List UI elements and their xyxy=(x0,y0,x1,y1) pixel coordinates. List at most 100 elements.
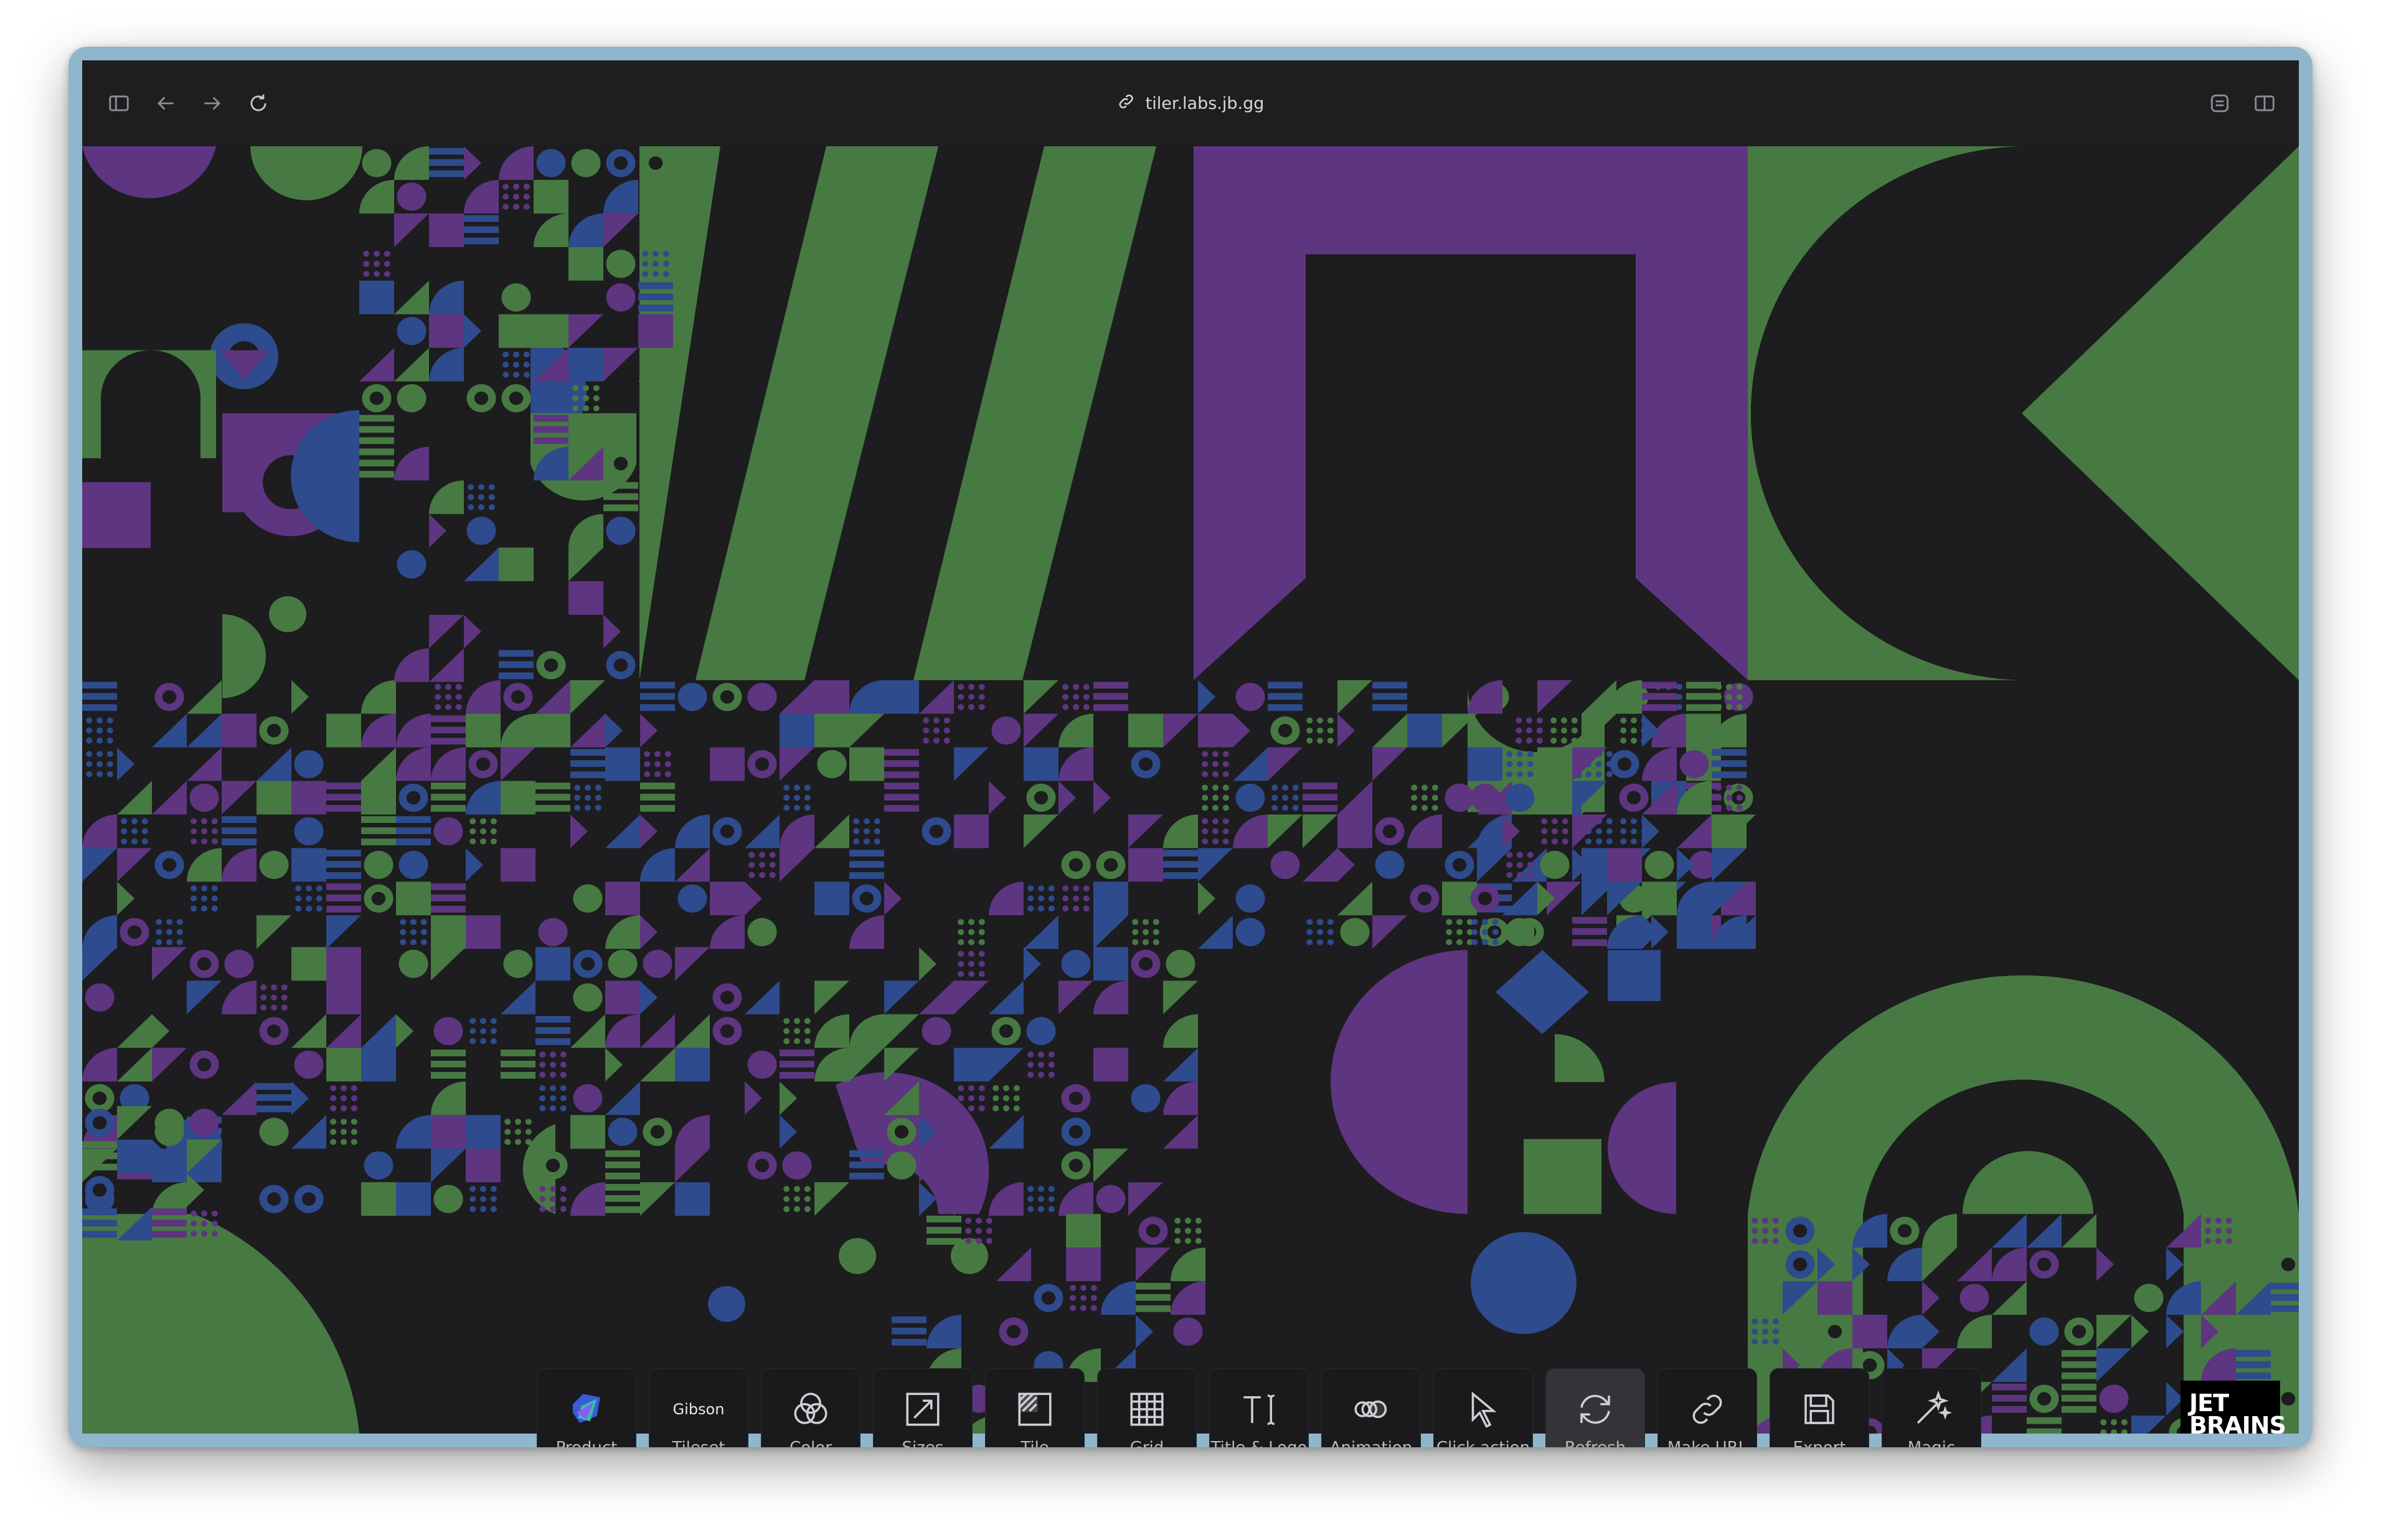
mosaic-shape xyxy=(305,905,313,912)
mosaic-shape xyxy=(560,1186,567,1192)
make-url-label: Make URL xyxy=(1658,1439,1756,1447)
mosaic-shape xyxy=(643,949,672,979)
mosaic-shape xyxy=(502,351,509,358)
grid-button[interactable]: Grid xyxy=(1097,1368,1197,1447)
tileset-button[interactable]: Gibson Tileset xyxy=(649,1368,748,1447)
animation-label: Animation xyxy=(1322,1439,1420,1447)
mosaic-shape xyxy=(642,261,649,267)
mosaic-shape xyxy=(652,261,659,267)
mosaic-shape xyxy=(606,517,636,545)
mosaic-shape xyxy=(2281,1392,2296,1406)
mosaic-shape xyxy=(504,1119,511,1125)
mosaic-shape xyxy=(523,372,530,378)
mosaic-shape xyxy=(1642,682,1677,689)
tile-button[interactable]: Tile xyxy=(985,1368,1085,1447)
mosaic-shape xyxy=(783,1206,790,1213)
back-arrow-icon[interactable] xyxy=(148,85,184,121)
address-bar[interactable]: tiler.labs.jb.gg xyxy=(1117,85,1264,121)
mosaic-shape xyxy=(2062,1394,2096,1402)
mosaic-shape xyxy=(1505,783,1535,812)
mosaic-shape xyxy=(1752,1338,1758,1345)
mosaic-shape xyxy=(464,237,499,245)
mosaic-shape xyxy=(758,862,766,868)
mosaic-shape xyxy=(1327,939,1334,946)
title-logo-button[interactable]: Title & Logo xyxy=(1209,1368,1309,1447)
mosaic-shape xyxy=(640,782,675,790)
color-button[interactable]: Color xyxy=(761,1368,860,1447)
magic-button[interactable]: Magic xyxy=(1882,1368,1981,1447)
tile-canvas[interactable]: JET BRAINS xyxy=(82,146,2299,1434)
mosaic-shape xyxy=(1516,862,1524,868)
mosaic-shape xyxy=(549,1071,557,1078)
mosaic-shape xyxy=(364,850,394,880)
mosaic-shape xyxy=(431,1072,466,1079)
mosaic-shape xyxy=(1027,1206,1034,1213)
mosaic-shape xyxy=(1174,1237,1181,1244)
sidebar-toggle-icon[interactable] xyxy=(101,85,137,121)
mosaic-shape xyxy=(469,1018,476,1025)
click-action-button[interactable]: Click action xyxy=(1433,1368,1533,1447)
product-button[interactable]: Product xyxy=(537,1368,636,1447)
mosaic-shape xyxy=(560,1051,567,1058)
animation-button[interactable]: Animation xyxy=(1321,1368,1421,1447)
mosaic-shape xyxy=(593,405,600,411)
mosaic-shape xyxy=(351,1129,357,1135)
mosaic-shape xyxy=(978,693,985,700)
mosaic-shape xyxy=(270,994,278,1001)
mosaic-shape xyxy=(316,895,323,902)
mosaic-shape xyxy=(433,1185,463,1213)
mosaic-shape xyxy=(1595,761,1603,768)
mosaic-shape xyxy=(2238,1216,2268,1245)
mosaic-shape xyxy=(1281,804,1289,811)
export-button[interactable]: Export xyxy=(1770,1368,1869,1447)
mosaic-shape xyxy=(603,504,638,512)
mosaic-shape xyxy=(479,1038,487,1045)
mosaic-shape xyxy=(605,1206,640,1213)
mosaic-shape xyxy=(1212,771,1219,777)
mosaic-shape xyxy=(464,215,499,222)
mosaic-shape xyxy=(544,658,559,672)
mosaic-shape xyxy=(814,713,849,748)
mosaic-shape xyxy=(1136,1294,1171,1301)
split-view-icon[interactable] xyxy=(2247,85,2283,121)
mosaic-shape xyxy=(106,717,113,724)
refresh-button[interactable]: Refresh xyxy=(1545,1368,1645,1447)
mosaic-shape xyxy=(782,1151,812,1180)
mosaic-shape xyxy=(1852,1315,1887,1349)
mosaic-shape xyxy=(804,794,811,801)
mosaic-shape xyxy=(793,784,801,791)
mosaic-shape xyxy=(1560,727,1568,734)
mosaic-shape xyxy=(1212,761,1219,768)
mosaic-shape xyxy=(1195,1228,1202,1234)
extension-icon[interactable] xyxy=(2202,85,2238,121)
mosaic-shape xyxy=(1027,885,1034,892)
mosaic-shape xyxy=(1306,737,1313,744)
mosaic-shape xyxy=(1327,929,1334,936)
mosaic-shape xyxy=(1411,804,1418,811)
mosaic-shape xyxy=(1725,804,1733,811)
mosaic-shape xyxy=(922,1016,951,1046)
mosaic-shape xyxy=(595,794,601,801)
mosaic-shape xyxy=(1540,850,1570,880)
logo-text-line2: BRAINS xyxy=(2189,1412,2286,1434)
reload-icon[interactable] xyxy=(240,85,276,121)
mosaic-shape xyxy=(96,751,103,758)
mosaic-shape xyxy=(859,891,874,906)
tile-pattern xyxy=(82,146,2299,1434)
mosaic-shape xyxy=(260,984,267,991)
mosaic-shape xyxy=(539,1206,546,1213)
forward-arrow-icon[interactable] xyxy=(194,85,230,121)
mosaic-shape xyxy=(351,1095,357,1102)
mosaic-shape xyxy=(1006,1325,1021,1338)
mosaic-shape xyxy=(662,261,669,267)
mosaic-shape xyxy=(86,751,93,758)
mosaic-shape xyxy=(197,957,212,971)
mosaic-shape xyxy=(1083,905,1090,912)
mosaic-shape xyxy=(431,915,466,949)
sizes-button[interactable]: Sizes xyxy=(873,1368,973,1447)
mosaic-shape xyxy=(361,781,396,815)
mosaic-shape xyxy=(1677,915,1712,949)
mosaic-shape xyxy=(584,784,592,791)
make-url-button[interactable]: Make URL xyxy=(1657,1368,1757,1447)
mosaic-shape xyxy=(488,494,495,500)
